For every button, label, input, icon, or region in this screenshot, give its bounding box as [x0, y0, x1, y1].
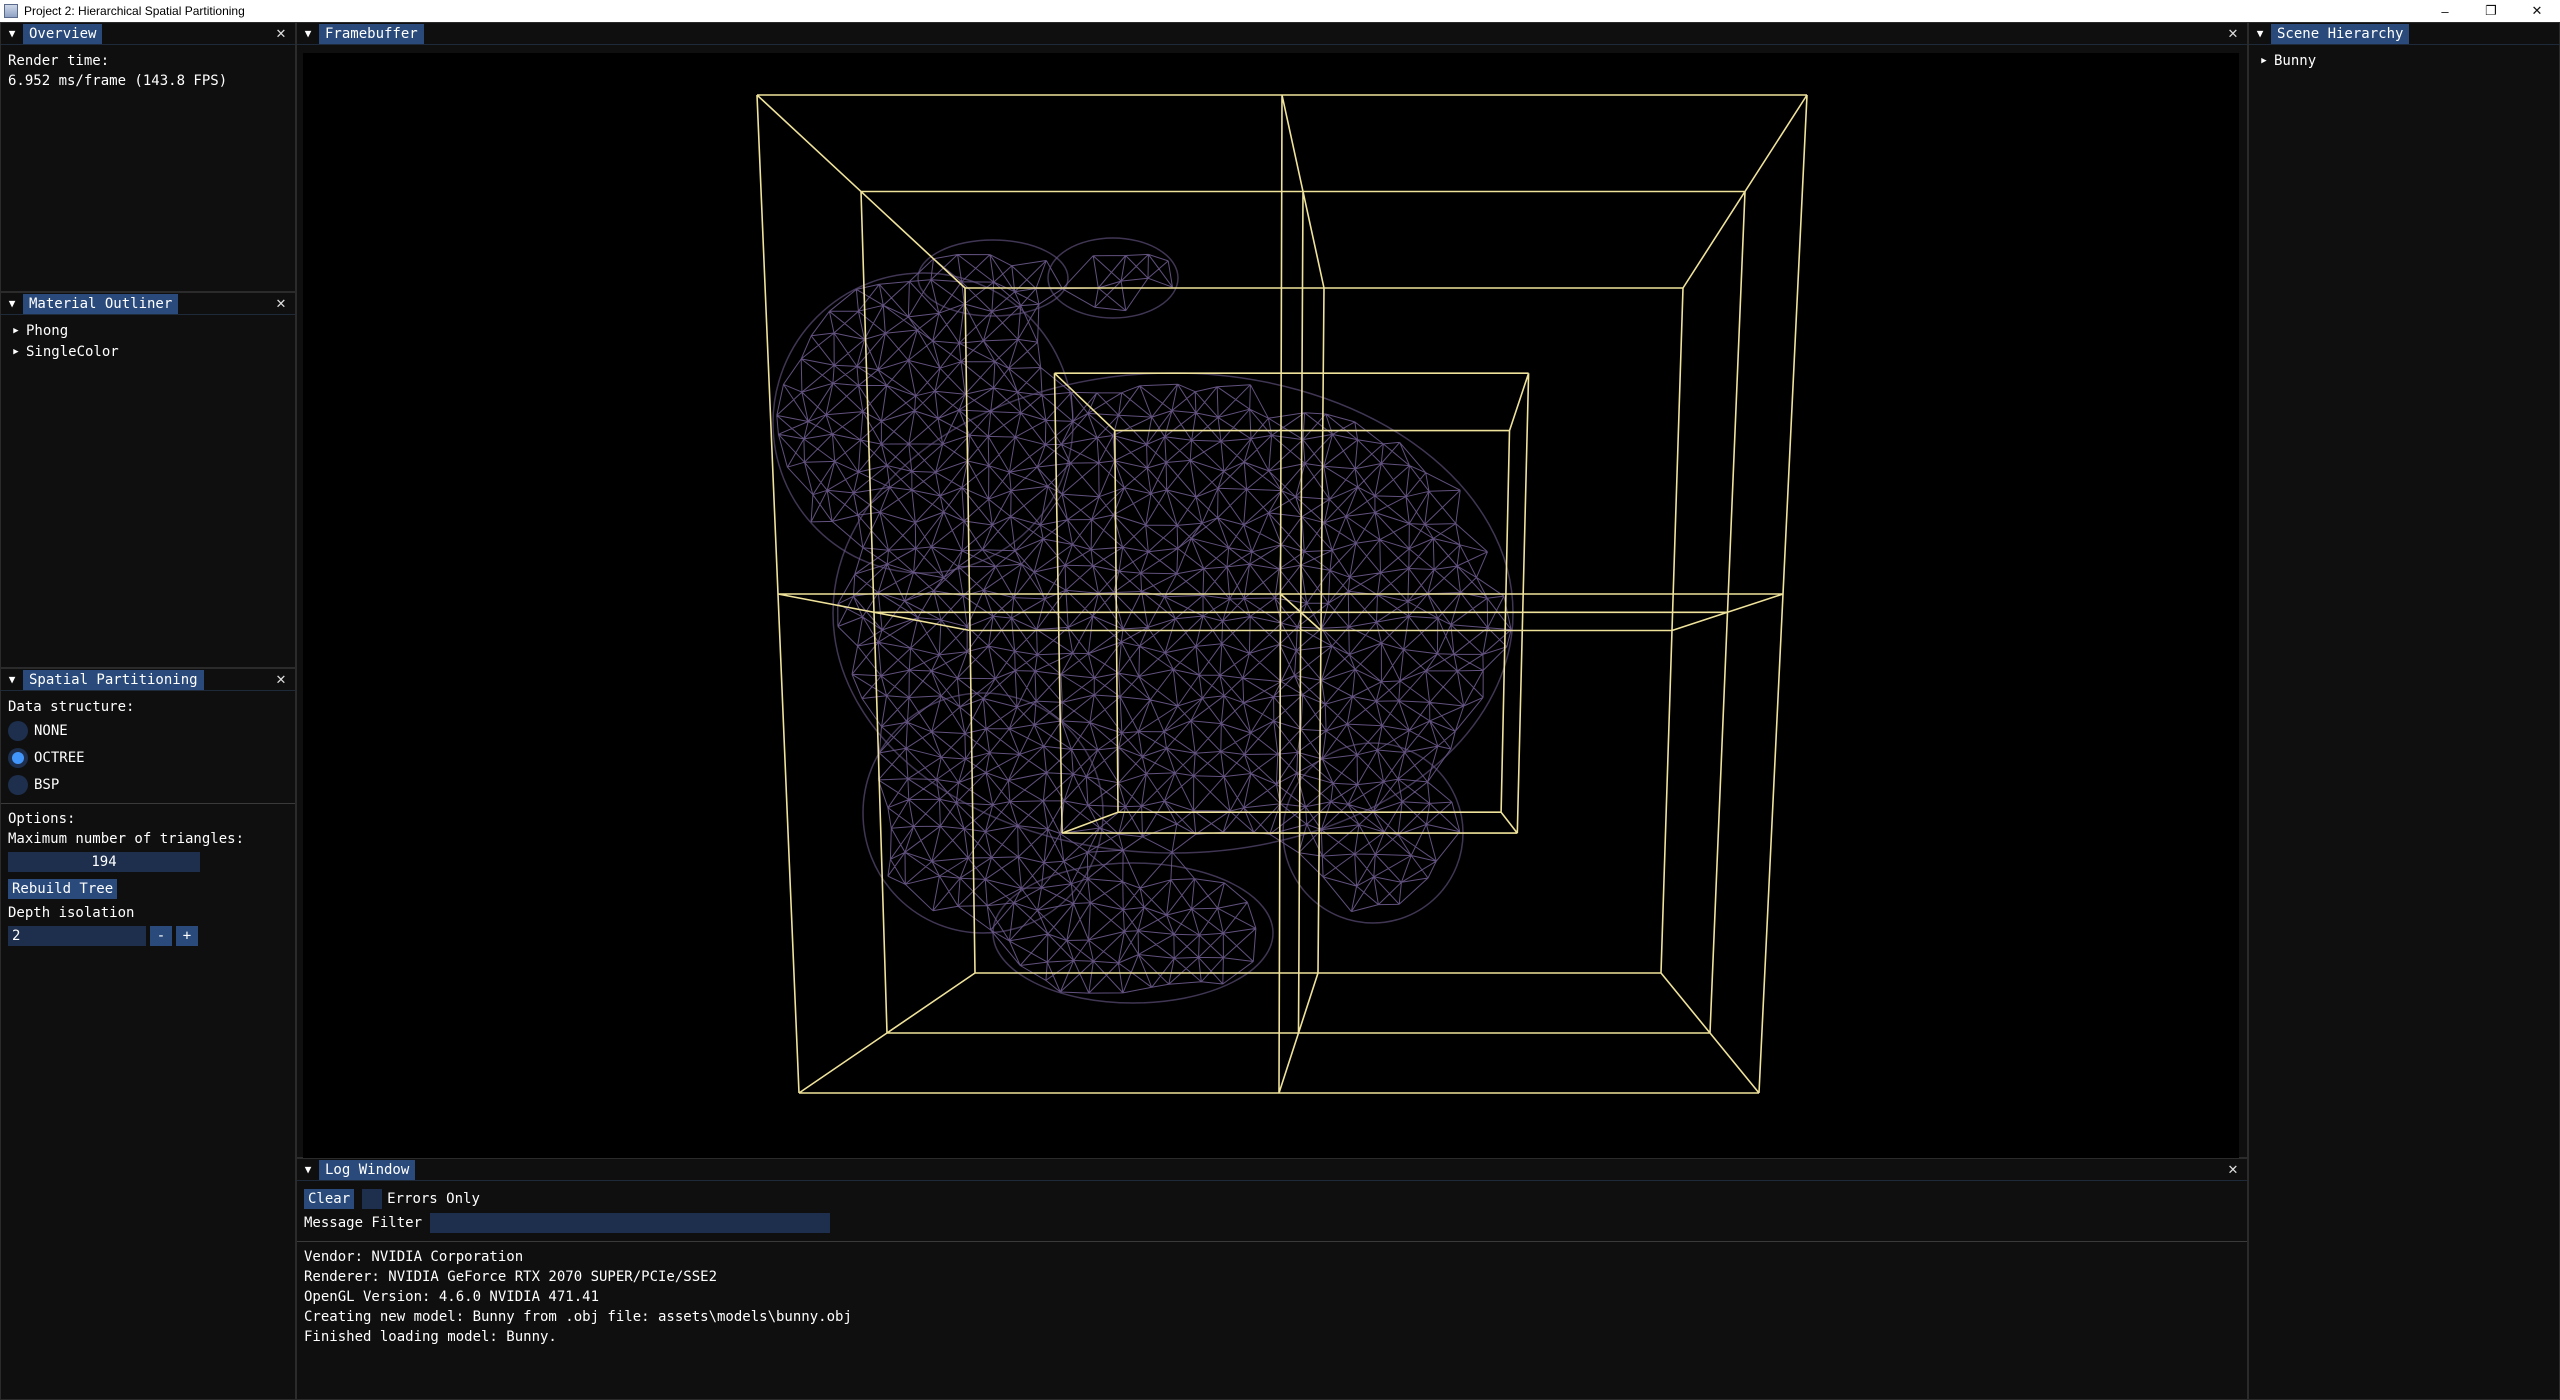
radio-none[interactable]: NONE [8, 717, 288, 744]
radio-circle-icon[interactable] [8, 774, 28, 795]
material-label: SingleColor [26, 344, 119, 360]
close-window-icon[interactable]: ✕ [2514, 0, 2560, 22]
os-title-bar: Project 2: Hierarchical Spatial Partitio… [0, 0, 2560, 22]
spatial-partitioning-title: Spatial Partitioning [23, 669, 204, 690]
data-structure-label: Data structure: [8, 699, 135, 715]
max-triangles-slider[interactable]: 194 [8, 852, 200, 872]
errors-only-checkbox[interactable]: Errors Only [362, 1189, 480, 1209]
close-icon[interactable]: ✕ [2225, 1161, 2241, 1177]
rebuild-tree-button[interactable]: Rebuild Tree [8, 879, 118, 899]
log-line: Vendor: NVIDIA Corporation [304, 1249, 524, 1265]
close-icon[interactable]: ✕ [273, 25, 289, 41]
log-line: Creating new model: Bunny from .obj file… [304, 1309, 852, 1325]
overview-header[interactable]: ▼ Overview ✕ [1, 23, 295, 45]
scene-hierarchy-header[interactable]: ▼ Scene Hierarchy [2249, 23, 2559, 45]
message-filter-row: Message Filter [304, 1213, 2240, 1233]
close-icon[interactable]: ✕ [2225, 25, 2241, 41]
separator [297, 1241, 2247, 1242]
framebuffer-title: Framebuffer [319, 23, 424, 44]
clear-log-button[interactable]: Clear [304, 1189, 355, 1209]
window-title: Project 2: Hierarchical Spatial Partitio… [24, 4, 245, 18]
log-window-header[interactable]: ▼ Log Window ✕ [297, 1159, 2247, 1181]
material-item-singlecolor[interactable]: ▶ SingleColor [8, 342, 288, 363]
collapse-triangle-icon[interactable]: ▼ [301, 1163, 315, 1177]
checkbox-icon[interactable] [362, 1189, 383, 1209]
collapse-triangle-icon[interactable]: ▼ [5, 297, 19, 311]
errors-only-label: Errors Only [387, 1191, 480, 1207]
log-window-title: Log Window [319, 1159, 416, 1180]
scene-hierarchy-panel: ▼ Scene Hierarchy ▶ Bunny [2248, 22, 2560, 1400]
material-outliner-header[interactable]: ▼ Material Outliner ✕ [1, 293, 295, 315]
radio-octree[interactable]: OCTREE [8, 744, 288, 771]
viewport-render[interactable] [303, 53, 2239, 1173]
scene-item-label: Bunny [2274, 53, 2317, 69]
framebuffer-panel: ▼ Framebuffer ✕ [296, 22, 2248, 1173]
collapse-triangle-icon[interactable]: ▼ [5, 27, 19, 41]
radio-label: NONE [34, 722, 68, 739]
radio-selected-icon[interactable] [8, 747, 28, 768]
material-outliner-title: Material Outliner [23, 293, 179, 314]
depth-isolation-input[interactable]: 2 [8, 926, 146, 946]
radio-circle-icon[interactable] [8, 720, 28, 741]
minimize-icon[interactable]: – [2422, 0, 2468, 22]
material-outliner-panel: ▼ Material Outliner ✕ ▶ Phong ▶ SingleCo… [0, 292, 296, 668]
max-triangles-label: Maximum number of triangles: [8, 831, 245, 847]
restore-icon[interactable]: ❐ [2468, 0, 2514, 22]
log-line: Finished loading model: Bunny. [304, 1329, 557, 1345]
options-label: Options: [8, 811, 76, 827]
message-filter-input[interactable] [430, 1213, 831, 1233]
depth-isolation-label: Depth isolation [8, 905, 135, 921]
material-label: Phong [26, 323, 69, 339]
scene-item-bunny[interactable]: ▶ Bunny [2256, 51, 2552, 72]
app-icon [4, 4, 18, 18]
framebuffer-header[interactable]: ▼ Framebuffer ✕ [297, 23, 2247, 45]
close-icon[interactable]: ✕ [273, 295, 289, 311]
overview-title: Overview [23, 23, 103, 44]
tree-arrow-icon[interactable]: ▶ [8, 342, 24, 363]
radio-label: OCTREE [34, 749, 85, 766]
log-output: Vendor: NVIDIA Corporation Renderer: NVI… [304, 1247, 2240, 1347]
decrement-button[interactable]: - [150, 926, 172, 946]
message-filter-label: Message Filter [304, 1215, 423, 1231]
collapse-triangle-icon[interactable]: ▼ [301, 27, 315, 41]
close-icon[interactable]: ✕ [273, 671, 289, 687]
render-time-value: 6.952 ms/frame (143.8 FPS) [8, 73, 228, 89]
tree-arrow-icon[interactable]: ▶ [2256, 51, 2272, 72]
collapse-triangle-icon[interactable]: ▼ [2253, 27, 2267, 41]
radio-label: BSP [34, 776, 60, 793]
tree-arrow-icon[interactable]: ▶ [8, 321, 24, 342]
depth-isolation-input-row: 2 - + [8, 926, 288, 946]
separator [1, 803, 295, 804]
render-time-label: Render time: [8, 53, 110, 69]
log-line: Renderer: NVIDIA GeForce RTX 2070 SUPER/… [304, 1269, 718, 1285]
collapse-triangle-icon[interactable]: ▼ [5, 673, 19, 687]
increment-button[interactable]: + [176, 926, 198, 946]
scene-hierarchy-title: Scene Hierarchy [2271, 23, 2410, 44]
log-window-panel: ▼ Log Window ✕ Clear Errors Only Message… [296, 1158, 2248, 1400]
material-item-phong[interactable]: ▶ Phong [8, 321, 288, 342]
spatial-partitioning-panel: ▼ Spatial Partitioning ✕ Data structure:… [0, 668, 296, 1400]
log-line: OpenGL Version: 4.6.0 NVIDIA 471.41 [304, 1289, 600, 1305]
window-controls: – ❐ ✕ [2422, 0, 2560, 22]
overview-panel: ▼ Overview ✕ Render time: 6.952 ms/frame… [0, 22, 296, 292]
radio-bsp[interactable]: BSP [8, 771, 288, 798]
spatial-partitioning-header[interactable]: ▼ Spatial Partitioning ✕ [1, 669, 295, 691]
